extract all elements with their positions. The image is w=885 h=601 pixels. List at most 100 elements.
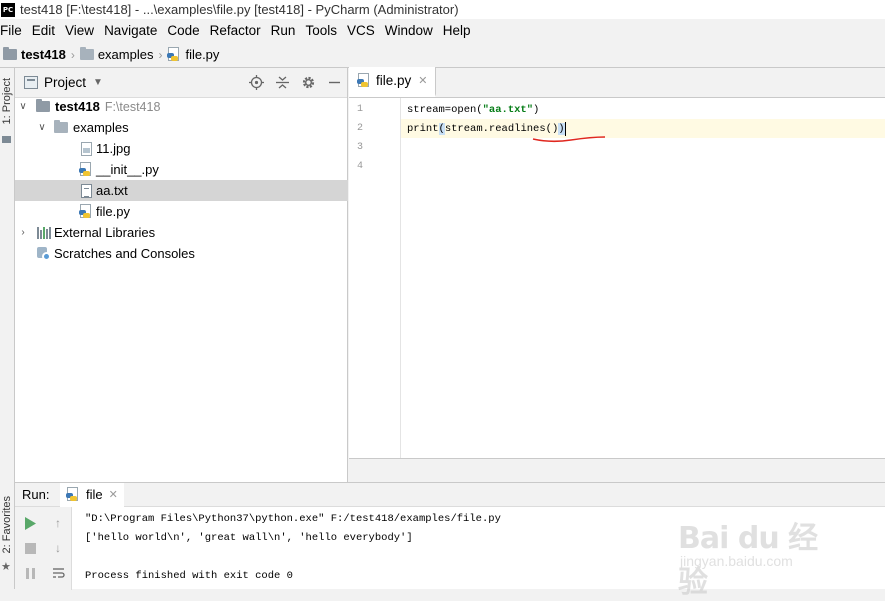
- code-line[interactable]: stream=open("aa.txt"): [401, 100, 885, 119]
- menu-code[interactable]: Code: [162, 23, 204, 38]
- editor-tab-bar: file.py ✕: [349, 67, 885, 98]
- menu-file[interactable]: File: [0, 23, 27, 38]
- close-icon[interactable]: ✕: [418, 74, 427, 87]
- hide-panel-icon[interactable]: [321, 72, 347, 94]
- breadcrumb: test418 › examples › file.py: [0, 42, 885, 68]
- arrow-down-icon[interactable]: ↓: [50, 540, 66, 556]
- code-token: print: [407, 122, 439, 135]
- code-token: stream=open(: [407, 103, 483, 116]
- arrow-up-icon[interactable]: ↑: [50, 515, 66, 531]
- code-token: ): [533, 103, 540, 116]
- line-number: 2: [356, 123, 363, 134]
- console-line: ['hello world\n', 'great wall\n', 'hello…: [85, 532, 413, 544]
- star-icon: ★: [1, 561, 11, 573]
- chevron-down-icon[interactable]: ∨: [18, 101, 28, 112]
- chevron-right-icon[interactable]: ›: [18, 227, 28, 238]
- tree-item-file-py[interactable]: file.py: [15, 201, 348, 222]
- line-number: 4: [356, 161, 363, 172]
- breadcrumb-project[interactable]: test418: [3, 47, 66, 62]
- tree-item-project-root[interactable]: ∨ test418 F:\test418: [15, 96, 348, 117]
- breadcrumb-file-label: file.py: [185, 47, 220, 62]
- folder-icon: [79, 47, 94, 60]
- tree-item-examples[interactable]: ∨ examples: [15, 117, 348, 138]
- run-panel-label: Run:: [22, 487, 50, 502]
- menu-navigate[interactable]: Navigate: [99, 23, 162, 38]
- stop-icon[interactable]: [22, 540, 38, 556]
- python-file-icon: [357, 73, 371, 88]
- menu-window[interactable]: Window: [380, 23, 438, 38]
- tree-item-label: Scratches and Consoles: [54, 246, 195, 261]
- title-bar: PC test418 [F:\test418] - ...\examples\f…: [0, 0, 885, 19]
- tree-item-label: __init__.py: [96, 162, 159, 177]
- menu-run[interactable]: Run: [266, 23, 301, 38]
- watermark-url: jingyan.baidu.com: [680, 553, 793, 569]
- project-panel-header: Project ▼: [15, 68, 347, 98]
- python-file-icon: [79, 162, 93, 177]
- image-file-icon: [81, 141, 92, 156]
- line-number-gutter: 1 2 3 4: [349, 98, 401, 458]
- favorites-tool-button[interactable]: 2: Favorites: [1, 496, 13, 553]
- locate-file-icon[interactable]: [243, 72, 269, 94]
- line-number: 3: [356, 142, 363, 153]
- tree-item-init-py[interactable]: __init__.py: [15, 159, 348, 180]
- tab-file-py[interactable]: file.py ✕: [349, 67, 436, 97]
- library-icon: [37, 226, 51, 239]
- left-tool-stripe: 1: Project 2: Favorites ★: [0, 68, 15, 589]
- tree-item-external-libraries[interactable]: › External Libraries: [15, 222, 348, 243]
- run-tab-file[interactable]: file ✕: [60, 482, 124, 507]
- code-token: stream.readlines(): [444, 122, 559, 135]
- gear-icon[interactable]: [295, 72, 321, 94]
- collapse-all-icon[interactable]: [269, 72, 295, 94]
- folder-icon: [36, 99, 50, 112]
- tree-item-label: examples: [73, 120, 129, 135]
- project-panel-title[interactable]: Project: [44, 75, 86, 90]
- string-literal: "aa.txt": [482, 103, 534, 116]
- breadcrumb-project-label: test418: [21, 47, 66, 62]
- menu-help[interactable]: Help: [438, 23, 476, 38]
- code-editor[interactable]: stream=open("aa.txt") print(stream.readl…: [401, 98, 885, 458]
- menu-tools[interactable]: Tools: [300, 23, 342, 38]
- tree-item-path: F:\test418: [104, 99, 161, 114]
- tree-item-aa-txt[interactable]: aa.txt: [15, 180, 348, 201]
- window-title: test418 [F:\test418] - ...\examples\file…: [20, 2, 459, 17]
- tree-item-label: file.py: [96, 204, 130, 219]
- menu-edit[interactable]: Edit: [27, 23, 60, 38]
- tree-item-label: External Libraries: [54, 225, 156, 240]
- run-toolbar: ↑ ↓: [15, 507, 72, 590]
- scratches-icon: [37, 246, 51, 261]
- pause-icon[interactable]: [22, 565, 38, 581]
- rerun-icon[interactable]: [22, 515, 38, 531]
- chevron-down-icon[interactable]: ∨: [37, 122, 47, 133]
- project-tool-button[interactable]: 1: Project: [1, 78, 13, 124]
- line-number: 1: [356, 104, 363, 115]
- code-line-current[interactable]: print(stream.readlines()): [401, 119, 885, 138]
- menu-refactor[interactable]: Refactor: [205, 23, 266, 38]
- tree-item-scratches[interactable]: Scratches and Consoles: [15, 243, 348, 264]
- text-file-icon: [81, 183, 92, 198]
- run-panel-header: Run: file ✕: [15, 482, 885, 507]
- run-tab-label: file: [86, 487, 103, 502]
- python-file-icon: [66, 487, 80, 502]
- breadcrumb-folder-label: examples: [97, 47, 154, 62]
- project-tool-window: Project ▼ ∨ test418 F:\test418 ∨ example…: [15, 68, 348, 482]
- tree-item-label: 11.jpg: [96, 141, 131, 156]
- tree-item-label: test418: [55, 99, 100, 114]
- breadcrumb-folder[interactable]: examples: [79, 47, 154, 62]
- console-line: "D:\Program Files\Python37\python.exe" F…: [85, 513, 501, 525]
- menu-vcs[interactable]: VCS: [342, 23, 380, 38]
- breadcrumb-file[interactable]: file.py: [167, 47, 219, 62]
- baidu-jingyan-watermark: Bai du 经验 jingyan.baidu.com: [674, 513, 842, 600]
- editor-area: file.py ✕ 1 2 3 4 stream=open("aa.txt") …: [349, 67, 885, 482]
- soft-wrap-icon[interactable]: [50, 565, 66, 581]
- pycharm-logo-icon: PC: [1, 2, 15, 17]
- tab-label: file.py: [376, 73, 412, 88]
- tree-item-11-jpg[interactable]: 11.jpg: [15, 138, 348, 159]
- python-file-icon: [79, 204, 93, 219]
- red-underline-annotation: [532, 136, 606, 143]
- chevron-down-icon[interactable]: ▼: [93, 77, 103, 88]
- menu-view[interactable]: View: [60, 23, 99, 38]
- project-tool-icon: [2, 136, 11, 143]
- python-file-icon: [167, 47, 181, 62]
- close-icon[interactable]: ✕: [109, 488, 118, 501]
- console-line: Process finished with exit code 0: [85, 570, 293, 582]
